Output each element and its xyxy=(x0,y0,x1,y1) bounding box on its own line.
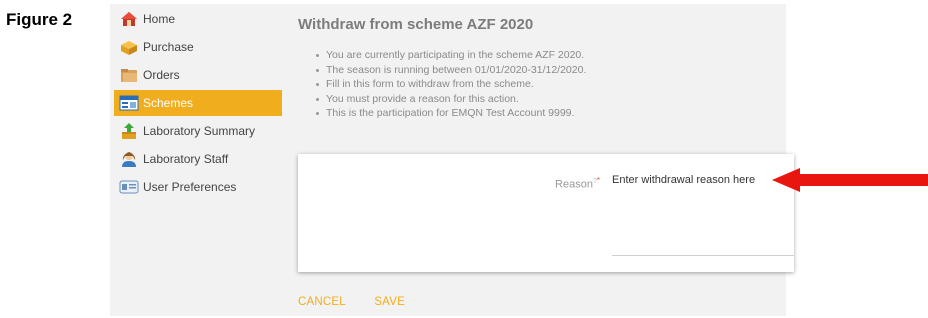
info-item: You are currently participating in the s… xyxy=(316,48,586,63)
sidebar-item-purchase[interactable]: Purchase xyxy=(114,34,282,60)
sidebar-item-label: User Preferences xyxy=(143,180,237,194)
preferences-card-icon xyxy=(119,178,139,196)
laboratory-summary-icon xyxy=(119,122,139,140)
main-content: Withdraw from scheme AZF 2020 You are cu… xyxy=(290,4,794,316)
home-icon xyxy=(119,10,139,28)
sidebar-item-user-preferences[interactable]: User Preferences xyxy=(114,174,282,200)
sidebar-item-label: Orders xyxy=(143,68,180,82)
schemes-window-icon xyxy=(119,94,139,112)
info-list: You are currently participating in the s… xyxy=(316,48,586,121)
sidebar-item-label: Laboratory Summary xyxy=(143,124,256,138)
staff-person-icon xyxy=(119,150,139,168)
save-button[interactable]: SAVE xyxy=(374,296,405,308)
sidebar-item-laboratory-summary[interactable]: Laboratory Summary xyxy=(114,118,282,144)
orders-folder-icon xyxy=(119,66,139,84)
required-mark: * xyxy=(596,176,600,185)
reason-input[interactable] xyxy=(612,172,794,256)
info-item: This is the participation for EMQN Test … xyxy=(316,106,586,121)
sidebar-item-schemes[interactable]: Schemes xyxy=(114,90,282,116)
info-item: The season is running between 01/01/2020… xyxy=(316,63,586,78)
page-title: Withdraw from scheme AZF 2020 xyxy=(298,16,534,33)
reason-label: Reason?* xyxy=(555,176,600,191)
sidebar-item-label: Home xyxy=(143,12,176,26)
figure-label: Figure 2 xyxy=(6,10,73,29)
info-item: You must provide a reason for this actio… xyxy=(316,92,586,107)
sidebar: Home Purchase Orders Schemes Laboratory … xyxy=(110,4,285,316)
sidebar-item-laboratory-staff[interactable]: Laboratory Staff xyxy=(114,146,282,172)
sidebar-item-label: Purchase xyxy=(143,40,194,54)
app-window: Home Purchase Orders Schemes Laboratory … xyxy=(110,4,794,316)
reason-label-text: Reason xyxy=(555,178,593,191)
sidebar-item-orders[interactable]: Orders xyxy=(114,62,282,88)
sidebar-item-label: Laboratory Staff xyxy=(143,152,229,166)
purchase-box-icon xyxy=(119,38,139,56)
withdraw-form-card: Reason?* xyxy=(298,154,794,272)
red-arrow-annotation xyxy=(772,168,928,192)
form-actions: CANCEL SAVE xyxy=(298,292,429,310)
info-item: Fill in this form to withdraw from the s… xyxy=(316,77,586,92)
cancel-button[interactable]: CANCEL xyxy=(298,296,346,308)
sidebar-item-label: Schemes xyxy=(143,96,194,110)
sidebar-item-home[interactable]: Home xyxy=(114,6,282,32)
